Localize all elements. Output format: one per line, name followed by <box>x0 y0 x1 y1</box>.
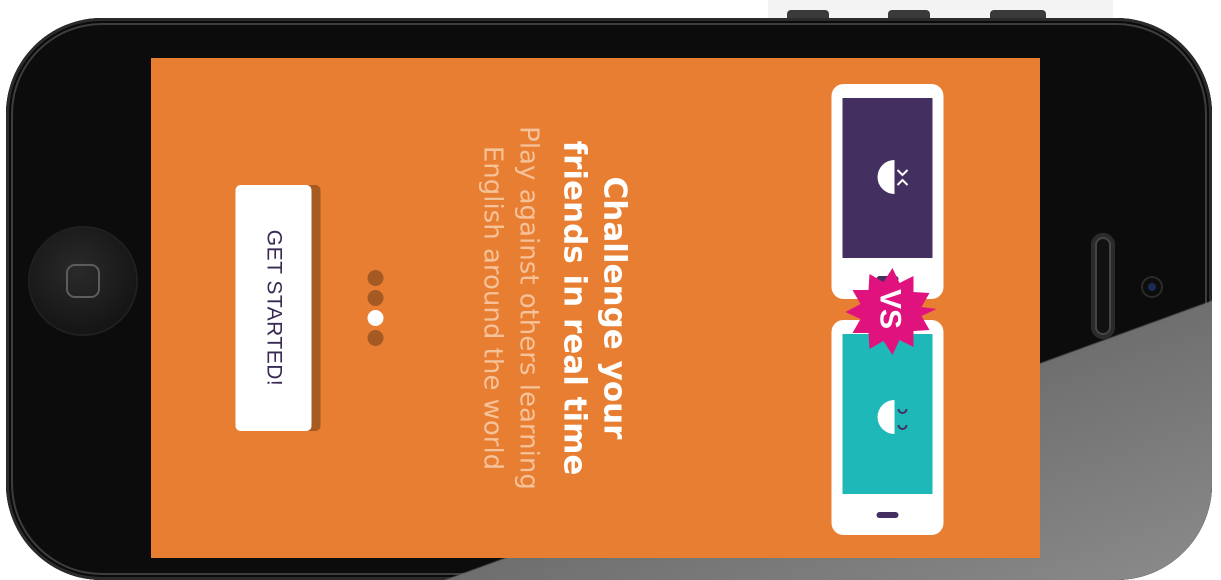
title-line-2: friends in real time <box>556 140 592 476</box>
home-square-icon <box>66 264 100 298</box>
home-button[interactable] <box>30 228 136 334</box>
versus-illustration: VS <box>831 84 943 535</box>
onboarding-panel: VS Challenge your friends in real time P… <box>151 58 1040 558</box>
earpiece-speaker <box>1091 233 1115 339</box>
right-phone-icon <box>831 320 943 535</box>
page-dot[interactable] <box>367 290 384 306</box>
page-dot[interactable] <box>367 330 384 346</box>
page-dot[interactable] <box>367 270 384 286</box>
left-phone-icon <box>831 84 943 299</box>
onboarding-title: Challenge your friends in real time <box>554 58 634 558</box>
app-screen: VS Challenge your friends in real time P… <box>151 58 1040 558</box>
front-camera <box>1143 278 1161 296</box>
subtitle-line-2: English around the world <box>477 145 507 471</box>
onboarding-subtitle: Play against others learning English aro… <box>474 58 546 558</box>
page-indicator <box>366 258 386 358</box>
page-dot-active[interactable] <box>367 310 384 326</box>
vs-label: VS <box>873 289 906 329</box>
title-line-1: Challenge your <box>596 176 632 440</box>
subtitle-line-1: Play against others learning <box>513 126 543 490</box>
get-started-button[interactable]: GET STARTED! <box>235 185 311 431</box>
